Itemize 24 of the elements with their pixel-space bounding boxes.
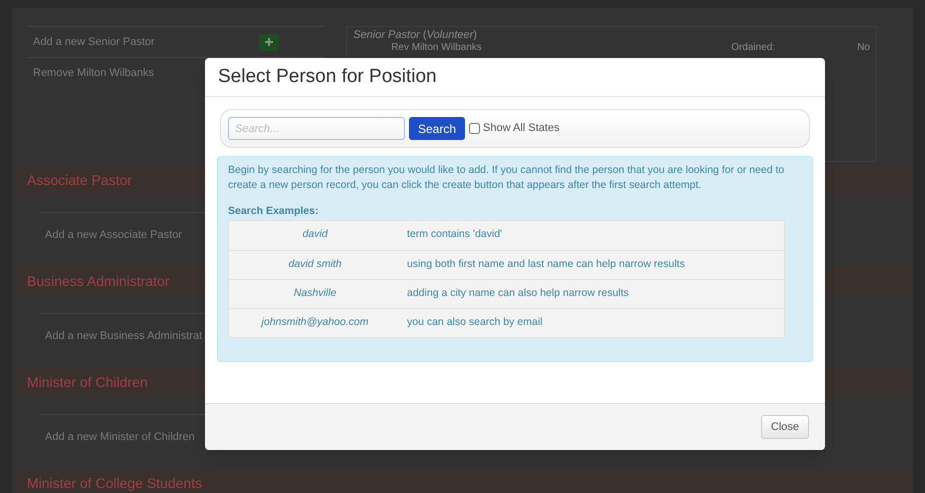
person-name: Rev Milton Wilbanks [391,42,483,54]
field-label: Ordained: [731,42,776,54]
action-link[interactable]: Add a new Business Administrat [45,330,202,342]
example-description: you can also search by email [406,314,542,330]
search-button[interactable]: Search [409,117,466,140]
examples-heading: Search Examples: [228,204,320,219]
action-link[interactable]: Add a new Minister of Children [45,431,195,443]
action-link[interactable]: Add a new Associate Pastor [45,229,182,241]
search-field[interactable]: Search... [228,117,405,140]
example-description: term contains 'david' [406,227,502,242]
close-button[interactable]: Close [760,415,809,439]
field-value: No [857,42,870,54]
example-term: johnsmith@yahoo.com [259,314,370,330]
checkbox-label[interactable]: Show All States [483,120,560,137]
section-header: Minister of College Students [15,469,910,493]
checkbox[interactable] [469,123,480,134]
add-button[interactable] [259,34,280,50]
example-term: david [301,227,329,242]
modal-title: Select Person for Position [218,64,437,89]
action-link[interactable]: Remove Milton Wilbanks [33,64,154,82]
info-text: Begin by searching for the person you would like to add. If you cannot find the person that you are looking for or need to create a new person record, you can click the create button that appears after the first search attempt. [228,163,786,193]
plus-icon [264,37,274,47]
action-link[interactable]: Add a new Senior Pastor [33,34,155,50]
position-heading: Senior Pastor (Volunteer) [353,29,478,42]
